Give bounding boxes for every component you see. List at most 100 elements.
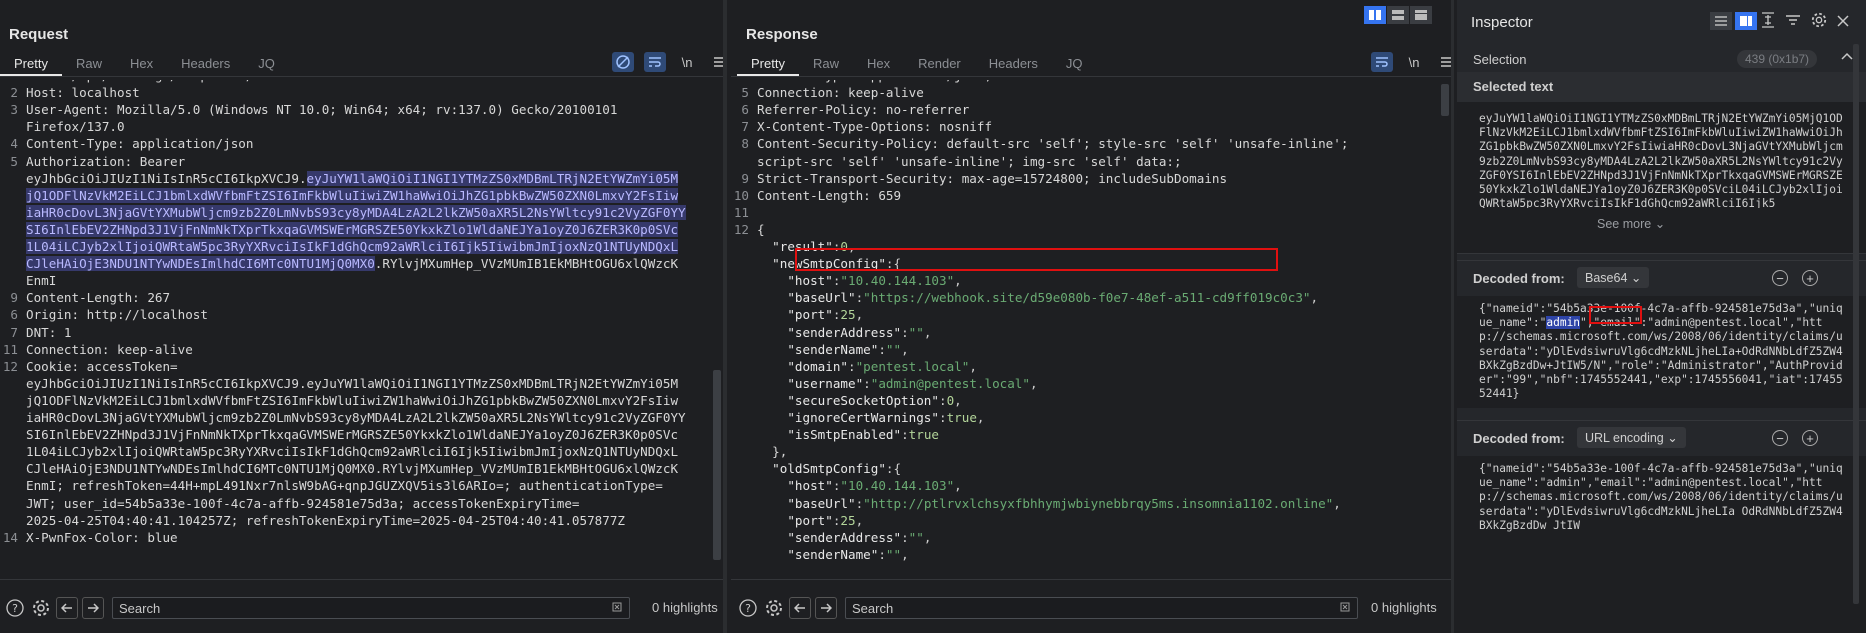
line-number: 8 — [741, 136, 749, 152]
layout-stacked-icon[interactable] — [1387, 6, 1409, 24]
decoded-header-1: Decoded from: Base64 ⌄ − + — [1457, 260, 1866, 296]
request-editor[interactable]: 1PATCH /api/settings/smtp HTTP/1.12Host:… — [0, 80, 711, 579]
json-colon: : — [848, 358, 856, 374]
align-icon[interactable] — [1761, 12, 1775, 33]
code-line: X-Content-Type-Options: nosniff — [757, 118, 1439, 135]
clear-search-icon[interactable] — [611, 601, 623, 616]
help-icon[interactable]: ? — [4, 597, 26, 619]
tab-hex[interactable]: Hex — [116, 54, 167, 76]
settings-gear-icon[interactable] — [763, 597, 785, 619]
see-more-link[interactable]: See more ⌄ — [1597, 216, 1665, 231]
hide-nonprintable-icon[interactable] — [612, 52, 634, 72]
code-text: Content-Length: 267 — [26, 290, 171, 306]
selection-label: Selection — [1473, 52, 1527, 67]
code-line: "secureSocketOption":0, — [757, 392, 1439, 409]
encoding-dropdown-url[interactable]: URL encoding ⌄ — [1577, 427, 1686, 448]
code-line: 1L04iLCJyb2xlIjoiQWRtaW5pc3RyYXRvciIsIkF… — [26, 443, 711, 460]
code-text: Content-Length: 659 — [757, 187, 902, 203]
next-match-button[interactable] — [815, 597, 837, 619]
code-line: User-Agent: Mozilla/5.0 (Windows NT 10.0… — [26, 101, 711, 118]
json-comma: , — [954, 273, 962, 289]
selection-row[interactable]: Selection 439 (0x1b7) — [1457, 44, 1866, 74]
tab-hex[interactable]: Hex — [853, 54, 904, 76]
previous-match-button[interactable] — [56, 597, 78, 619]
code-line: "baseUrl":"http://ptlrvxlchsyxfbhhymjwbi… — [757, 495, 1439, 512]
line-number: 5 — [10, 153, 18, 169]
decoded-text-box-1[interactable]: {"nameid":"54b5a33e-100f-4c7a-affb-92458… — [1457, 296, 1866, 408]
json-value: "http://ptlrvxlchsyxfbhhymjwbiynebbrqy5m… — [863, 495, 1334, 511]
code-line: CJleHAiOjE3NDU1NTYwNDEsImlhdCI6MTc0NTU1M… — [26, 255, 711, 272]
tab-raw[interactable]: Raw — [62, 54, 116, 76]
code-line: "host":"10.40.144.103", — [757, 477, 1439, 494]
close-icon[interactable] — [1837, 14, 1849, 32]
add-decoder-icon[interactable]: + — [1802, 430, 1818, 446]
json-key: "isSmtpEnabled" — [757, 427, 902, 443]
selected-text-box[interactable]: eyJuYW1laWQiOiI1NGI1YTMzZS0xMDBmLTRjN2Et… — [1457, 102, 1866, 254]
code-line: "port":25, — [757, 306, 1439, 323]
wrap-lines-icon[interactable] — [1371, 52, 1393, 72]
layout-tabs-icon[interactable] — [1410, 6, 1432, 24]
tab-pretty[interactable]: Pretty — [737, 54, 799, 76]
json-key: "oldSmtpConfig" — [757, 461, 886, 477]
code-text: Cookie: accessToken= — [26, 358, 178, 374]
layout-side-by-side-icon[interactable] — [1364, 6, 1386, 24]
add-decoder-icon[interactable]: + — [1802, 270, 1818, 286]
chevron-up-icon[interactable] — [1841, 51, 1853, 66]
json-comma: , — [954, 478, 962, 494]
inspector-layout-list-icon[interactable] — [1710, 12, 1732, 30]
json-comma: , — [848, 239, 856, 254]
selected-text-highlight: 1L04iLCJyb2xlIjoiQWRtaW5pc3RyYXRvciIsIkF… — [26, 239, 679, 254]
code-line: SI6InlEbEV2ZHNpd3J1VjFnNmNkTXprTkxqaGVMS… — [26, 426, 711, 443]
next-match-button[interactable] — [82, 597, 104, 619]
response-footer: ? Search 0 highlights — [731, 579, 1451, 633]
decoded-highlight: admin — [1546, 316, 1581, 330]
code-line: "senderName":"", — [757, 546, 1439, 563]
response-tabs: Pretty Raw Hex Render Headers JQ — [737, 54, 1451, 76]
line-number: 7 — [741, 119, 749, 135]
previous-match-button[interactable] — [789, 597, 811, 619]
newline-toggle[interactable]: \n — [1403, 52, 1425, 72]
tab-raw[interactable]: Raw — [799, 54, 853, 76]
request-scrollbar[interactable] — [713, 370, 721, 560]
code-line: iaHR0cDovL3NjaGVtYXMubWljcm9zb2Z0LmNvbS9… — [26, 409, 711, 426]
code-text: X-Content-Type-Options: nosniff — [757, 119, 993, 135]
tab-jq[interactable]: JQ — [244, 54, 289, 76]
menu-icon[interactable] — [708, 52, 723, 72]
filter-icon[interactable] — [1785, 13, 1801, 32]
inspector-tools — [1761, 12, 1849, 33]
code-line: Content-Type: application/json — [26, 135, 711, 152]
tab-pretty[interactable]: Pretty — [0, 54, 62, 76]
settings-gear-icon[interactable] — [1811, 12, 1827, 33]
line-number: 2 — [10, 85, 18, 101]
json-comma: , — [855, 307, 864, 323]
tab-render[interactable]: Render — [904, 54, 975, 76]
highlights-count: 0 highlights — [1371, 600, 1437, 615]
svg-text:?: ? — [745, 602, 751, 615]
json-key: "baseUrl" — [757, 495, 856, 511]
clear-search-icon[interactable] — [1339, 601, 1351, 616]
newline-toggle[interactable]: \n — [676, 52, 698, 72]
tab-separator — [0, 76, 723, 77]
menu-icon[interactable] — [1435, 52, 1451, 72]
tab-headers[interactable]: Headers — [975, 54, 1052, 76]
encoding-dropdown-base64[interactable]: Base64 ⌄ — [1577, 267, 1650, 288]
request-search-input[interactable]: Search — [112, 597, 630, 619]
response-scrollbar[interactable] — [1441, 84, 1449, 116]
settings-gear-icon[interactable] — [30, 597, 52, 619]
response-editor[interactable]: 4Content-Type: application/json; charset… — [731, 80, 1439, 579]
code-text: jQ1ODFlNzVkM2EiLCJ1bmlxdWVfbmFtZSI6ImFkb… — [26, 392, 679, 408]
remove-decoder-icon[interactable]: − — [1772, 270, 1788, 286]
code-text: }, — [757, 444, 788, 460]
remove-decoder-icon[interactable]: − — [1772, 430, 1788, 446]
json-key: "senderName" — [757, 546, 879, 562]
response-search-input[interactable]: Search — [845, 597, 1358, 619]
tab-headers[interactable]: Headers — [167, 54, 244, 76]
wrap-lines-icon[interactable] — [644, 52, 666, 72]
decoded-text-box-2[interactable]: {"nameid":"54b5a33e-100f-4c7a-affb-92458… — [1457, 456, 1866, 633]
json-comma: , — [901, 341, 909, 357]
inspector-layout-panel-icon[interactable] — [1735, 12, 1757, 30]
help-icon[interactable]: ? — [737, 597, 759, 619]
inspector-scrollbar[interactable] — [1853, 44, 1859, 604]
code-line: "isSmtpEnabled":true — [757, 426, 1439, 443]
tab-jq[interactable]: JQ — [1052, 54, 1097, 76]
